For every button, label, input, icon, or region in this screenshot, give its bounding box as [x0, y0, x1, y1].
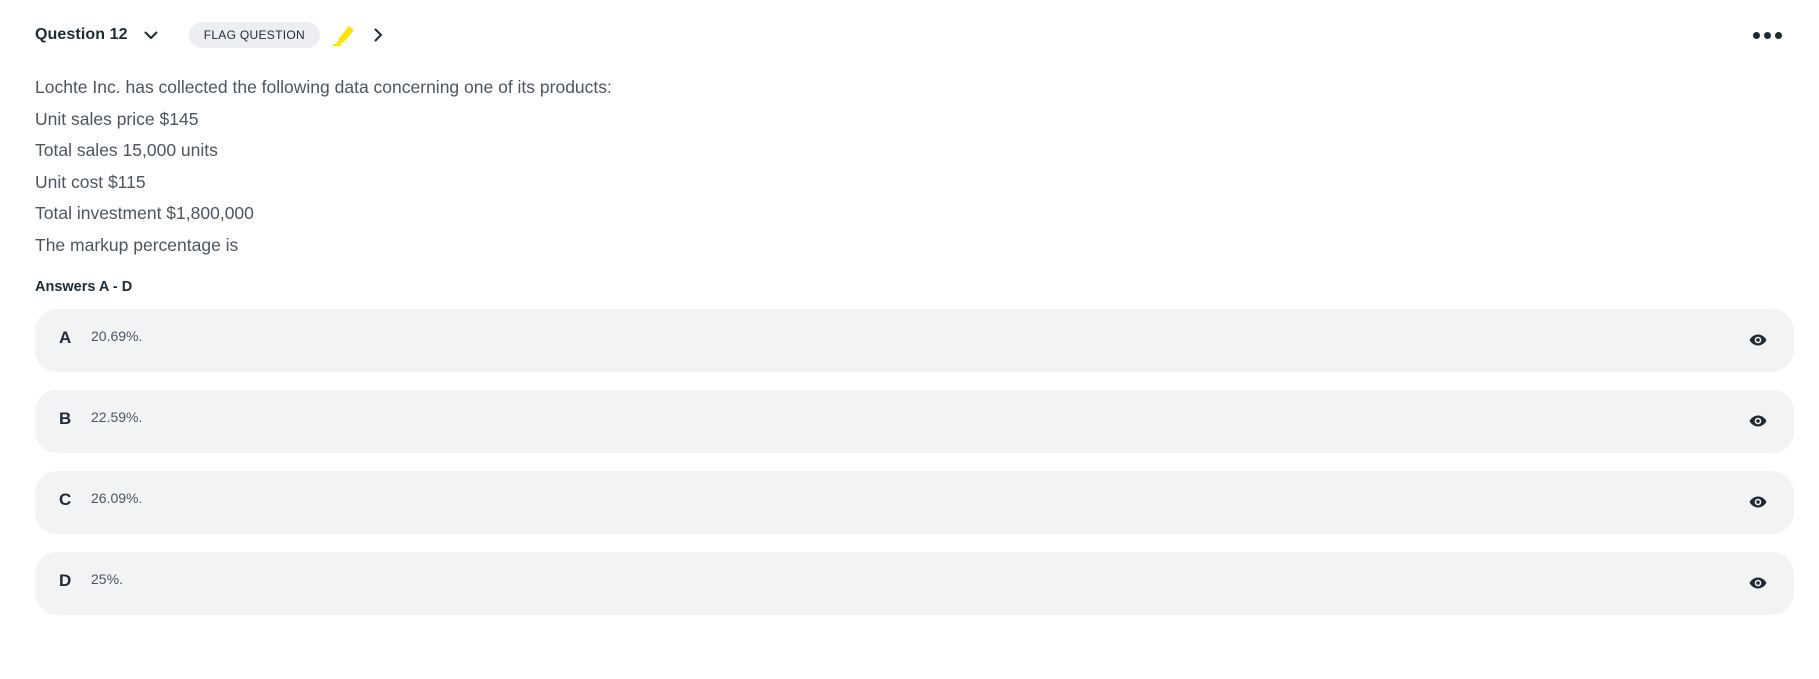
chevron-down-icon[interactable] [140, 24, 162, 46]
eye-icon[interactable] [1748, 575, 1768, 591]
question-page: Question 12 FLAG QUESTION Lochte Inc. ha… [0, 0, 1819, 679]
answer-option-b[interactable]: B 22.59%. [35, 390, 1794, 453]
answer-letter: A [59, 328, 72, 347]
chevron-right-icon[interactable] [368, 24, 390, 46]
question-prompt: The markup percentage is [35, 234, 239, 255]
answer-text: 26.09%. [91, 490, 143, 506]
dot [1774, 31, 1782, 39]
eye-icon[interactable] [1748, 494, 1768, 510]
answer-text: 20.69%. [91, 328, 143, 344]
answers-label: Answers A - D [35, 279, 133, 295]
flag-question-button[interactable]: FLAG QUESTION [188, 22, 320, 48]
answer-option-a[interactable]: A 20.69%. [35, 309, 1794, 372]
answer-list: A 20.69%. B 22.59%. C 26.09%. D 25%. [35, 309, 1794, 615]
question-line: Unit sales price $145 [35, 108, 199, 129]
eye-icon[interactable] [1748, 413, 1768, 429]
eye-icon[interactable] [1748, 332, 1768, 348]
answer-option-c[interactable]: C 26.09%. [35, 471, 1794, 534]
question-line: Lochte Inc. has collected the following … [35, 77, 612, 97]
answer-text: 25%. [91, 571, 123, 587]
more-options-icon[interactable] [1750, 24, 1784, 46]
question-body: Lochte Inc. has collected the following … [35, 72, 1784, 261]
dot [1752, 31, 1760, 39]
answer-letter: C [59, 490, 72, 509]
answer-letter: B [59, 409, 72, 428]
answer-text: 22.59%. [91, 409, 143, 425]
question-header: Question 12 FLAG QUESTION [35, 0, 1784, 70]
dot [1763, 31, 1771, 39]
answer-option-d[interactable]: D 25%. [35, 552, 1794, 615]
highlighter-icon[interactable] [330, 21, 358, 49]
question-line: Total sales 15,000 units [35, 140, 218, 160]
question-line: Total investment $1,800,000 [35, 203, 254, 223]
question-line: Unit cost $115 [35, 171, 146, 192]
answer-letter: D [59, 571, 72, 590]
question-title: Question 12 [35, 26, 128, 43]
